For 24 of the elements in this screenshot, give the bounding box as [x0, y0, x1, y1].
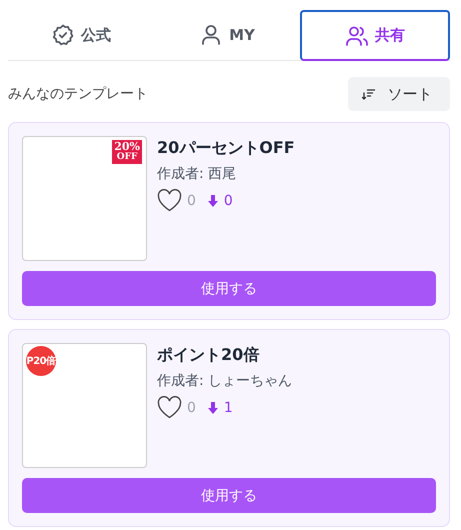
- download-count: 0: [224, 192, 233, 208]
- section-title: みんなのテンプレート: [8, 85, 148, 103]
- template-title: 20パーセントOFF: [157, 138, 295, 159]
- use-button[interactable]: 使用する: [22, 271, 436, 306]
- use-button[interactable]: 使用する: [22, 478, 436, 513]
- author-label: 作成者: 西尾: [157, 165, 238, 183]
- discount-badge: 20% OFF: [112, 140, 142, 164]
- tab[interactable]: MY: [154, 10, 300, 60]
- like-count: 0: [187, 400, 196, 416]
- template-title: ポイント20倍: [157, 345, 260, 366]
- tab[interactable]: 共有: [300, 10, 450, 61]
- heart-icon[interactable]: [157, 189, 182, 212]
- download-arrow-icon: [208, 402, 218, 414]
- download-count: 1: [224, 400, 233, 416]
- like-count: 0: [187, 192, 196, 208]
- author-label: 作成者: しょーちゃん: [157, 372, 292, 390]
- users-icon: [345, 24, 369, 48]
- tab[interactable]: 公式: [8, 10, 154, 60]
- heart-icon[interactable]: [157, 396, 182, 419]
- download-arrow-icon: [208, 194, 218, 206]
- sort-icon: [362, 88, 376, 100]
- check-badge-icon: [51, 23, 75, 47]
- points-badge: P20倍: [26, 346, 56, 376]
- sort-button[interactable]: ソート: [348, 77, 450, 111]
